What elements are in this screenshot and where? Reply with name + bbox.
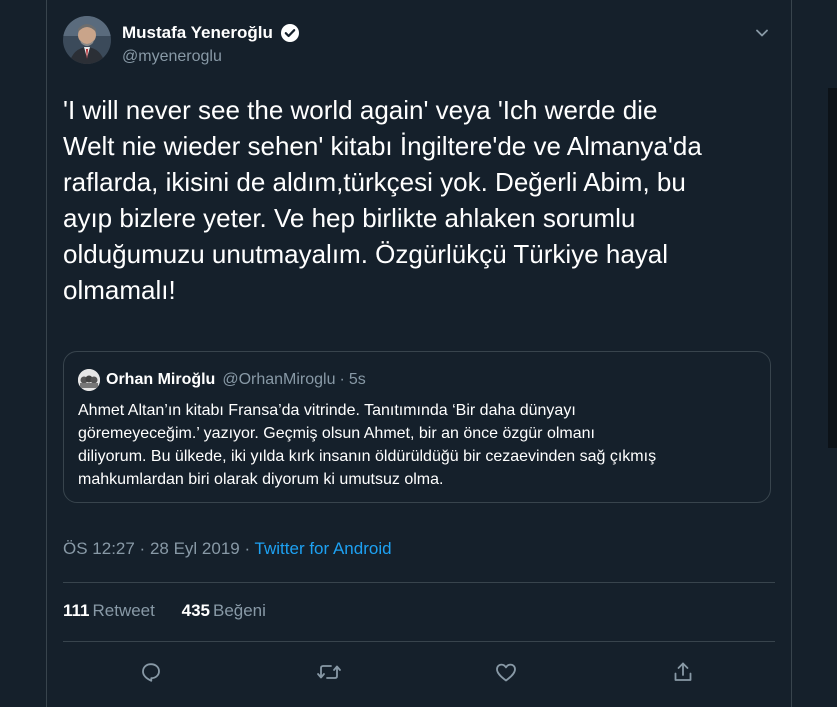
likes-label: Beğeni bbox=[212, 601, 266, 620]
quote-header: Orhan Miroğlu @OrhanMiroglu · 5s bbox=[78, 369, 366, 391]
likes-count: 435 bbox=[181, 601, 210, 620]
quote-avatar bbox=[78, 369, 100, 391]
author-avatar[interactable] bbox=[63, 16, 111, 64]
tweet-date[interactable]: 28 Eyl 2019 bbox=[150, 539, 240, 558]
tweet-text: 'I will never see the world again' veya … bbox=[63, 95, 702, 305]
tweet-time[interactable]: ÖS 12:27 bbox=[63, 539, 135, 558]
retweet-icon[interactable] bbox=[309, 652, 349, 692]
quote-time: 5s bbox=[348, 371, 366, 388]
tweet-source-link[interactable]: Twitter for Android bbox=[255, 539, 392, 558]
quote-text: Ahmet Altan’ın kitabı Fransa’da vitrinde… bbox=[78, 402, 657, 488]
meta-separator-2: · bbox=[239, 539, 255, 558]
likes-stat[interactable]: 435 Beğeni bbox=[182, 601, 266, 621]
tweet-meta: ÖS 12:27 · 28 Eyl 2019 · Twitter for And… bbox=[63, 539, 392, 559]
author-info: Mustafa Yeneroğlu @myeneroglu bbox=[122, 23, 300, 66]
quote-author-name: Orhan Miroğlu bbox=[106, 371, 216, 388]
retweets-stat[interactable]: 111 Retweet bbox=[63, 601, 155, 621]
quote-author-handle: @OrhanMiroglu bbox=[222, 371, 336, 388]
tweet-card: Mustafa Yeneroğlu @myeneroglu 'I will ne… bbox=[46, 0, 792, 707]
verified-badge-icon bbox=[280, 23, 300, 43]
chevron-down-icon[interactable] bbox=[747, 18, 777, 48]
reply-icon[interactable] bbox=[131, 652, 171, 692]
tweet-actions bbox=[47, 652, 793, 696]
author-handle[interactable]: @myeneroglu bbox=[122, 48, 300, 66]
like-icon[interactable] bbox=[486, 652, 526, 692]
quote-separator: · bbox=[339, 371, 345, 388]
retweets-label: Retweet bbox=[92, 601, 155, 620]
divider bbox=[63, 582, 775, 583]
share-icon[interactable] bbox=[663, 652, 703, 692]
author-name[interactable]: Mustafa Yeneroğlu bbox=[122, 23, 273, 43]
background-strip bbox=[828, 88, 837, 448]
retweets-count: 111 bbox=[63, 601, 90, 620]
divider bbox=[63, 641, 775, 642]
meta-separator: · bbox=[134, 539, 150, 558]
tweet-stats: 111 Retweet 435 Beğeni bbox=[63, 601, 288, 621]
quoted-tweet[interactable]: Orhan Miroğlu @OrhanMiroglu · 5s Ahmet A… bbox=[63, 351, 771, 503]
